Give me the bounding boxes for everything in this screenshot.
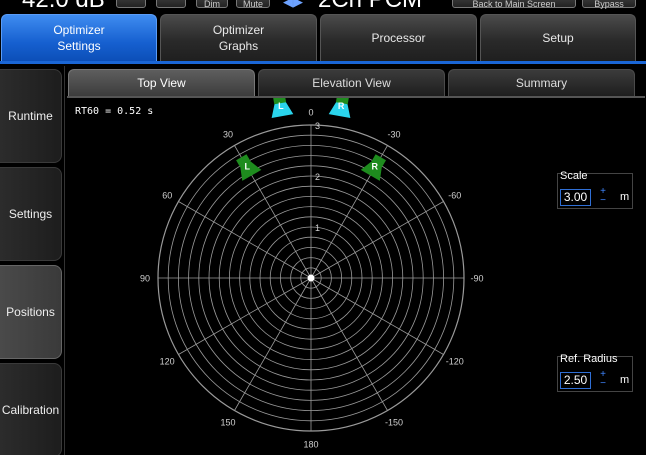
ref-radius-stepper[interactable]: + − (599, 370, 607, 389)
speaker-label: L (278, 101, 284, 111)
angle-label: -150 (385, 417, 403, 427)
scale-unit: m (620, 191, 630, 203)
grid-spoke (310, 277, 388, 411)
radius-label: 1 (315, 223, 320, 233)
tab-label-line2: Graphs (218, 39, 259, 53)
grid-spoke (310, 277, 444, 355)
angle-label: 60 (162, 191, 172, 201)
view-tab-label: Top View (137, 76, 186, 90)
scale-input[interactable]: 3.00 (560, 189, 591, 206)
side-item-label: Settings (8, 207, 53, 221)
dim-button[interactable]: Dim (196, 0, 228, 9)
ref-radius-input[interactable]: 2.50 (560, 372, 591, 389)
mute-button[interactable]: Mute (236, 0, 270, 9)
angle-label: 90 (140, 274, 150, 284)
radius-label: 2 (315, 172, 320, 182)
grid-spoke (310, 201, 444, 279)
grid-spoke (178, 277, 312, 355)
tab-processor[interactable]: Processor (320, 14, 477, 61)
angle-label: -30 (387, 130, 400, 140)
speaker-position-polar-plot[interactable]: 0 30 -30 60 -60 90 -90 120 -120 150 -150 180 3 2 1 L R L R (65, 98, 555, 455)
tab-top-view[interactable]: Top View (68, 69, 255, 96)
view-tab-label: Summary (515, 76, 568, 90)
tab-summary[interactable]: Summary (448, 69, 635, 96)
side-item-label: Positions (6, 305, 55, 319)
side-item-settings[interactable]: Settings (0, 167, 62, 261)
arrows-icon: ◀▶ (283, 0, 303, 9)
scale-label: Scale (560, 170, 588, 182)
speaker-label: R (338, 101, 345, 111)
tab-label-line2: Settings (57, 39, 101, 53)
tab-elevation-view[interactable]: Elevation View (258, 69, 445, 96)
speaker-label: R (372, 162, 379, 172)
angle-label: 180 (303, 440, 318, 450)
listener-center-dot (307, 274, 315, 282)
angle-label: 30 (223, 130, 233, 140)
side-item-positions[interactable]: Positions (0, 265, 62, 359)
side-item-label: Calibration (1, 403, 60, 417)
side-item-runtime[interactable]: Runtime (0, 69, 62, 163)
tab-label-line1: Optimizer (53, 23, 105, 37)
scale-control: Scale 3.00 + − m (557, 170, 633, 209)
tab-optimizer-graphs[interactable]: Optimizer Graphs (160, 14, 317, 61)
angle-label: -120 (446, 357, 464, 367)
scale-stepper[interactable]: + − (599, 187, 607, 206)
tab-label: Setup (542, 31, 574, 45)
speaker-label: L (245, 162, 251, 172)
angle-label: 150 (220, 417, 235, 427)
ref-radius-label: Ref. Radius (560, 353, 618, 365)
volume-readout: 42.0 dB (22, 0, 105, 12)
grid-spoke (234, 277, 312, 411)
angle-label: -60 (448, 191, 461, 201)
angle-label: 120 (160, 357, 175, 367)
main-tab-bar: Optimizer Settings Optimizer Graphs Proces… (0, 14, 646, 64)
ref-radius-control: Ref. Radius 2.50 + − m (557, 353, 633, 392)
radius-label: 3 (315, 121, 320, 131)
tab-optimizer-settings[interactable]: Optimizer Settings (1, 14, 157, 61)
tab-underline (0, 61, 646, 64)
tab-label: Processor (371, 31, 426, 45)
grid-spoke (178, 201, 312, 279)
format-readout: 2Ch PCM (318, 0, 422, 12)
tab-setup[interactable]: Setup (480, 14, 636, 61)
bypass-button[interactable]: Bypass (582, 0, 636, 9)
side-nav: Runtime Settings Positions Calibration (0, 66, 62, 455)
unnamed-button-1[interactable] (116, 0, 146, 8)
status-strip: 42.0 dB Dim Mute ◀▶ 2Ch PCM Back to Main… (0, 0, 646, 12)
side-item-calibration[interactable]: Calibration (0, 363, 62, 455)
angle-label: -90 (470, 274, 483, 284)
tab-label-line1: Optimizer (212, 23, 265, 37)
ref-radius-unit: m (620, 374, 630, 386)
side-item-label: Runtime (8, 109, 53, 123)
positions-panel: Top View Elevation View Summary RT60 = 0… (64, 66, 646, 455)
angle-label: 0 (308, 108, 313, 118)
main-screen-button[interactable]: Back to Main Screen (452, 0, 576, 9)
unnamed-button-2[interactable] (156, 0, 186, 8)
view-tab-bar: Top View Elevation View Summary (67, 69, 645, 97)
view-tab-label: Elevation View (312, 76, 391, 90)
